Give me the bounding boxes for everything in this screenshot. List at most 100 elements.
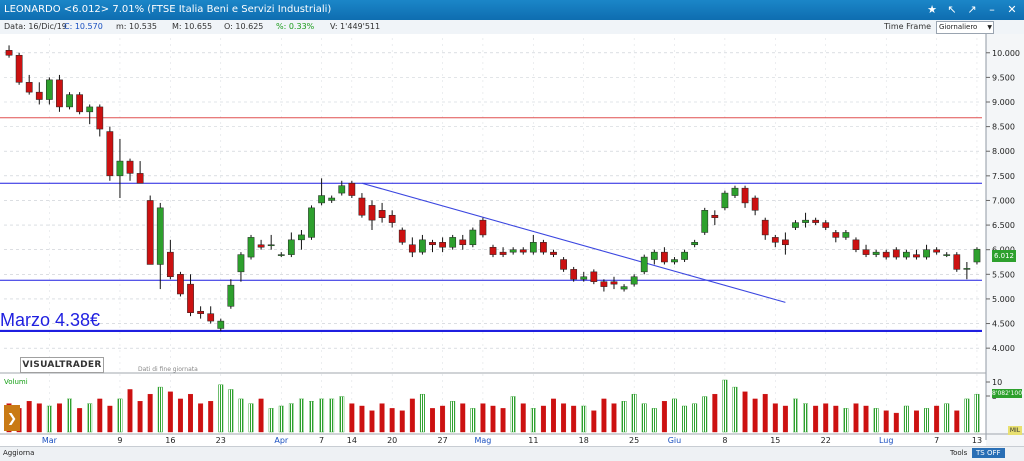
candle-body — [207, 313, 215, 322]
candle — [348, 180, 356, 198]
volume-bar — [651, 408, 657, 433]
volume-bar — [611, 403, 617, 433]
volume-bar — [903, 405, 909, 433]
volume-bar — [470, 408, 476, 433]
price-axis: 10.000 9.500 9.000 8.500 8.000 7.500 7.000 6.50… — [986, 49, 1020, 401]
candle-body — [45, 79, 53, 100]
candle-body — [933, 249, 941, 253]
candle — [56, 74, 63, 112]
volume-bar — [641, 403, 647, 433]
candle-body — [308, 207, 315, 238]
x-tick-label: 7 — [934, 436, 939, 445]
volume-bar — [419, 393, 425, 433]
candle-body — [661, 251, 668, 263]
y-tick-label: 7.500 — [992, 172, 1015, 181]
tools-button[interactable]: Tools — [946, 448, 971, 458]
candle-body — [35, 91, 43, 100]
timeframe-select[interactable]: Giornaliero ▼ — [936, 21, 994, 34]
candle-body — [358, 197, 366, 216]
volume-bar — [772, 403, 778, 433]
volume-bar — [762, 393, 768, 433]
candle-body — [963, 268, 971, 270]
star-icon[interactable]: ★ — [924, 2, 940, 18]
candle-body — [328, 197, 336, 201]
candle-body — [257, 244, 265, 248]
candle-body — [136, 173, 144, 184]
title-bar: LEONARDO <6.012> 7.01% (FTSE Italia Beni… — [0, 0, 1024, 20]
price-chart[interactable]: 10.000 9.500 9.000 8.500 8.000 7.500 7.000 6.50… — [0, 34, 1024, 446]
chevron-right-icon[interactable]: ❯ — [4, 405, 20, 431]
volume-bar — [833, 405, 839, 433]
x-tick-label: 13 — [972, 436, 982, 445]
candle — [146, 195, 154, 265]
aggiorna-button[interactable]: Aggiorna — [3, 449, 34, 457]
chevron-down-icon: ▼ — [987, 24, 992, 31]
x-tick-label: 11 — [528, 436, 538, 445]
volume-bar — [157, 386, 163, 433]
volume-bar — [228, 389, 234, 433]
arrow-ne-icon[interactable]: ↗ — [964, 2, 980, 18]
candle-body — [227, 284, 235, 307]
volume-bar — [803, 403, 809, 433]
volume-bar — [329, 398, 335, 433]
y-tick-label: 5.500 — [992, 270, 1015, 279]
close-icon[interactable]: ✕ — [1004, 2, 1020, 18]
candle-body — [398, 229, 406, 243]
volume-bar — [520, 403, 526, 433]
candle-body — [923, 249, 930, 258]
volume-bar — [732, 386, 738, 433]
volume-bar — [571, 405, 577, 433]
candle-body — [469, 229, 477, 246]
x-tick-label: Lug — [879, 436, 893, 445]
volume-bar — [127, 389, 133, 433]
candle-body — [973, 248, 981, 263]
candle — [590, 269, 598, 285]
volume-bar — [530, 408, 536, 433]
volume-bar — [873, 408, 879, 433]
volume-bar — [339, 396, 345, 433]
volume-bar — [722, 379, 728, 433]
x-tick-label: Giu — [668, 436, 682, 445]
x-tick-label: 16 — [165, 436, 175, 445]
candle — [701, 207, 709, 235]
candle-body — [731, 187, 739, 196]
candle-body — [86, 106, 94, 113]
candle-body — [852, 239, 860, 250]
ts-off-button[interactable]: TS OFF — [972, 448, 1005, 458]
volume-bar — [258, 398, 264, 433]
volume-bar — [500, 408, 506, 433]
candle-body — [953, 254, 961, 270]
y-tick-label: 9.500 — [992, 73, 1015, 82]
volume-bar — [369, 410, 375, 433]
candle-body — [560, 259, 567, 270]
volume-bar — [480, 403, 486, 433]
candle-body — [378, 210, 386, 218]
candle-body — [721, 192, 729, 209]
candle-body — [812, 219, 820, 223]
grid-lines — [0, 34, 1024, 446]
candle-body — [751, 197, 759, 211]
candle — [560, 257, 567, 272]
candle-body — [76, 94, 83, 113]
candle-body — [66, 94, 73, 108]
candle-body — [116, 160, 124, 177]
candle-body — [792, 222, 799, 228]
x-tick-label: Apr — [274, 436, 289, 445]
candle-body — [671, 259, 678, 263]
volume-bar — [934, 405, 940, 433]
candle — [398, 227, 406, 245]
x-tick-label: 7 — [319, 436, 324, 445]
candle-body — [640, 256, 648, 273]
candle — [449, 234, 457, 250]
arrow-nw-icon[interactable]: ↖ — [944, 2, 960, 18]
volume-bar — [551, 398, 556, 433]
candle — [106, 126, 114, 181]
y-tick-label: 8.000 — [992, 147, 1015, 156]
candle-body — [217, 320, 225, 329]
candle-body — [146, 200, 154, 265]
volume-bar — [268, 408, 274, 433]
minimize-icon[interactable]: – — [984, 2, 1000, 18]
candle-body — [277, 254, 285, 256]
volume-bar — [399, 410, 405, 433]
volume-bar — [67, 398, 73, 433]
